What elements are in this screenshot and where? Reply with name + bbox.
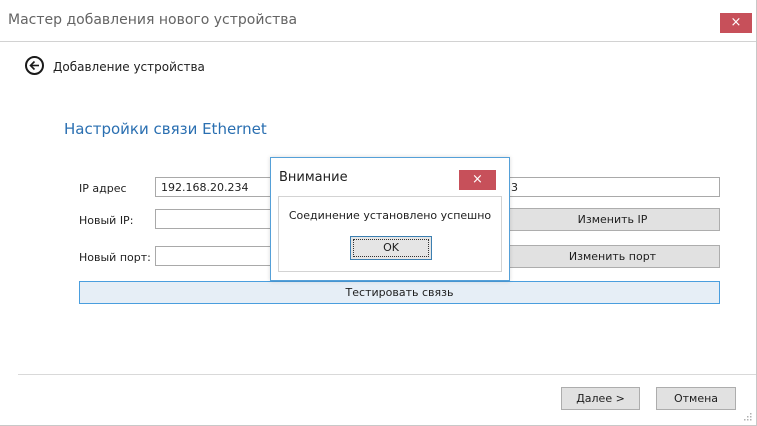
new-port-label: Новый порт: xyxy=(79,251,151,264)
back-arrow-icon[interactable] xyxy=(25,56,44,75)
ok-button[interactable]: OK xyxy=(350,236,432,260)
dialog-body: Соединение установлено успешно OK xyxy=(278,196,502,272)
wizard-header: Добавление устройства xyxy=(0,49,756,89)
footer-divider xyxy=(18,374,756,375)
page-subtitle: Добавление устройства xyxy=(53,60,205,74)
new-port-field[interactable] xyxy=(155,246,280,266)
cancel-button[interactable]: Отмена xyxy=(656,387,736,410)
dialog-title: Внимание xyxy=(279,170,348,185)
window-close-button[interactable]: × xyxy=(720,13,752,33)
ip-address-label: IP адрес xyxy=(79,182,127,195)
resize-grip-icon[interactable] xyxy=(744,413,752,421)
new-ip-label: Новый IP: xyxy=(79,214,134,227)
next-button[interactable]: Далее > xyxy=(561,387,640,410)
window-title: Мастер добавления нового устройства xyxy=(8,12,298,28)
port-field[interactable]: 3 xyxy=(505,177,720,197)
attention-dialog: Внимание × Соединение установлено успешн… xyxy=(270,157,510,281)
dialog-close-button[interactable]: × xyxy=(459,170,496,190)
change-ip-button[interactable]: Изменить IP xyxy=(505,208,720,231)
ip-address-field[interactable]: 192.168.20.234 xyxy=(155,177,280,197)
test-connection-button[interactable]: Тестировать связь xyxy=(79,281,720,304)
change-port-button[interactable]: Изменить порт xyxy=(505,245,720,268)
dialog-message: Соединение установлено успешно xyxy=(288,209,492,222)
title-bar: Мастер добавления нового устройства × xyxy=(0,0,756,42)
section-title: Настройки связи Ethernet xyxy=(64,120,267,138)
new-ip-field[interactable] xyxy=(155,209,280,229)
